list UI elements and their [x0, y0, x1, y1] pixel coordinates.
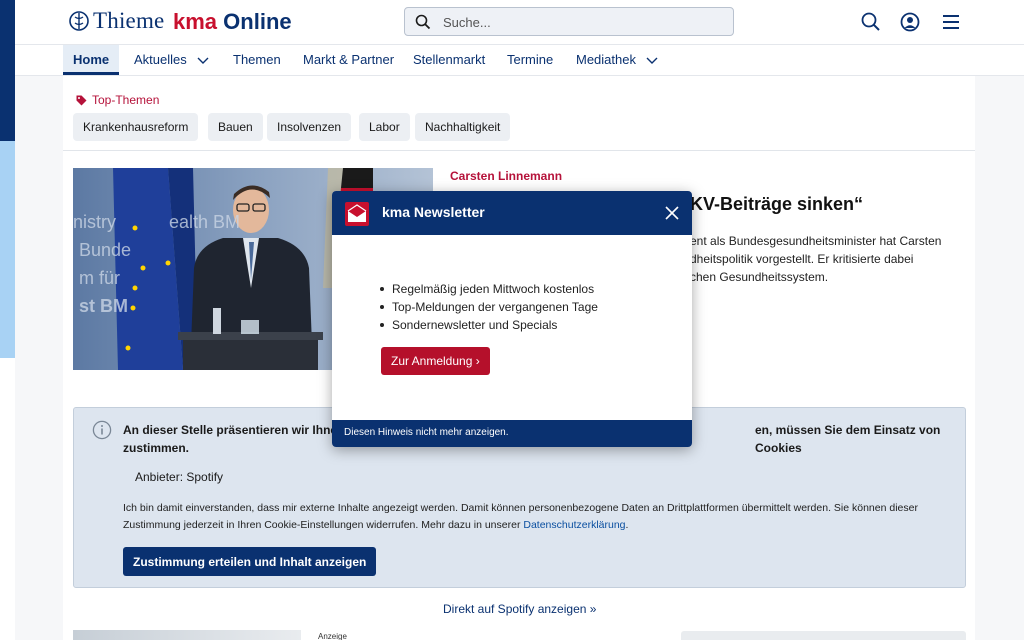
- kma-online-logo[interactable]: kma Online: [173, 9, 292, 35]
- thieme-emblem-icon: [69, 11, 89, 31]
- list-item: Regelmäßig jeden Mittwoch kostenlos: [380, 280, 598, 298]
- nav-item-stellenmarkt[interactable]: Stellenmarkt: [403, 45, 495, 75]
- newsletter-mail-icon: [345, 202, 369, 226]
- consent-text-line: Ich bin damit einverstanden, dass mir ex…: [123, 502, 918, 514]
- nav-item-termine[interactable]: Termine: [497, 45, 563, 75]
- svg-text:st BM: st BM: [79, 296, 128, 316]
- nav-item-themen[interactable]: Themen: [223, 45, 291, 75]
- nav-item-markt-partner[interactable]: Markt & Partner: [293, 45, 404, 75]
- info-icon: [92, 420, 112, 440]
- article-teaser-line: dheitspolitik vorgestellt. Er kritisiert…: [690, 252, 914, 266]
- top-themen-label: Top-Themen: [76, 93, 159, 107]
- topic-chip-insolvenzen[interactable]: Insolvenzen: [267, 113, 352, 141]
- consent-heading-left: An dieser Stelle präsentieren wir Ihnen: [123, 423, 345, 437]
- nav-item-aktuelles[interactable]: Aktuelles: [124, 45, 219, 75]
- search-input[interactable]: [443, 12, 723, 32]
- topic-chip-labor[interactable]: Labor: [359, 113, 410, 141]
- topic-chip-krankenhausreform[interactable]: Krankenhausreform: [73, 113, 199, 141]
- left-accent-strip-dark: [0, 0, 15, 141]
- tag-icon: [76, 95, 87, 105]
- article-title[interactable]: KV-Beiträge sinken“: [690, 194, 863, 215]
- consent-text-line: Zustimmung jederzeit in Ihren Cookie-Ein…: [123, 519, 629, 531]
- provider-label: Anbieter: Spotify: [135, 470, 224, 484]
- dismiss-hint-link[interactable]: Diesen Hinweis nicht mehr anzeigen.: [344, 427, 509, 438]
- consent-heading-line2: zustimmen.: [123, 441, 190, 455]
- newsletter-modal: kma Newsletter Regelmäßig jeden Mittwoch…: [332, 191, 692, 447]
- ad-thumbnail-image[interactable]: [73, 630, 301, 640]
- search-box[interactable]: [404, 7, 734, 36]
- article-teaser-line: ent als Bundesgesundheitsminister hat Ca…: [690, 234, 942, 248]
- nav-item-home[interactable]: Home: [63, 45, 120, 75]
- article-teaser: ent als Bundesgesundheitsminister hat Ca…: [690, 232, 960, 286]
- hamburger-menu-icon[interactable]: [940, 11, 962, 33]
- left-accent-strip-light: [0, 141, 15, 358]
- chevron-down-icon: [197, 57, 209, 64]
- nav-item-mediathek[interactable]: Mediathek: [566, 45, 668, 75]
- kma-logo-text: kma: [173, 9, 218, 34]
- topic-chip-bauen[interactable]: Bauen: [208, 113, 263, 141]
- main-navigation: Home Aktuelles Themen Markt & Partner St…: [15, 45, 1024, 76]
- consent-accept-button[interactable]: Zustimmung erteilen und Inhalt anzeigen: [123, 547, 377, 576]
- chevron-right-icon: ›: [475, 354, 480, 368]
- newsletter-benefits-list: Regelmäßig jeden Mittwoch kostenlos Top-…: [380, 280, 598, 334]
- sidebar-card: [681, 631, 966, 640]
- modal-footer[interactable]: Diesen Hinweis nicht mehr anzeigen.: [332, 420, 692, 447]
- newsletter-signup-button[interactable]: Zur Anmeldung ›: [381, 347, 490, 375]
- search-icon: [415, 14, 431, 30]
- section-divider: [63, 150, 975, 151]
- online-logo-text: Online: [223, 9, 292, 34]
- modal-header: kma Newsletter: [332, 191, 692, 235]
- consent-heading-right: en, müssen Sie dem Einsatz von Cookies: [755, 423, 941, 455]
- list-item: Sondernewsletter und Specials: [380, 316, 598, 334]
- consent-text: Ich bin damit einverstanden, dass mir ex…: [123, 500, 963, 534]
- privacy-policy-link[interactable]: Datenschutzerklärung: [523, 519, 625, 531]
- search-icon[interactable]: [860, 11, 882, 33]
- svg-text:m für: m für: [79, 268, 120, 288]
- ad-label: Anzeige: [318, 632, 347, 640]
- svg-text:Bunde: Bunde: [79, 240, 131, 260]
- user-account-icon[interactable]: [899, 11, 921, 33]
- article-kicker[interactable]: Carsten Linnemann: [450, 169, 562, 183]
- spotify-direct-link[interactable]: Direkt auf Spotify anzeigen »: [443, 602, 596, 616]
- chevron-down-icon: [646, 57, 658, 64]
- topic-chip-nachhaltigkeit[interactable]: Nachhaltigkeit: [415, 113, 511, 141]
- modal-title: kma Newsletter: [382, 204, 485, 220]
- svg-text:ealth BM: ealth BM: [169, 212, 240, 232]
- thieme-logo-text: Thieme: [93, 8, 165, 33]
- list-item: Top-Meldungen der vergangenen Tage: [380, 298, 598, 316]
- site-header: Thieme kma Online: [15, 0, 1024, 45]
- close-icon[interactable]: [664, 205, 680, 221]
- article-teaser-line: chen Gesundheitssystem.: [690, 270, 829, 284]
- thieme-logo[interactable]: Thieme: [69, 8, 164, 34]
- svg-text:inistry: inistry: [73, 212, 116, 232]
